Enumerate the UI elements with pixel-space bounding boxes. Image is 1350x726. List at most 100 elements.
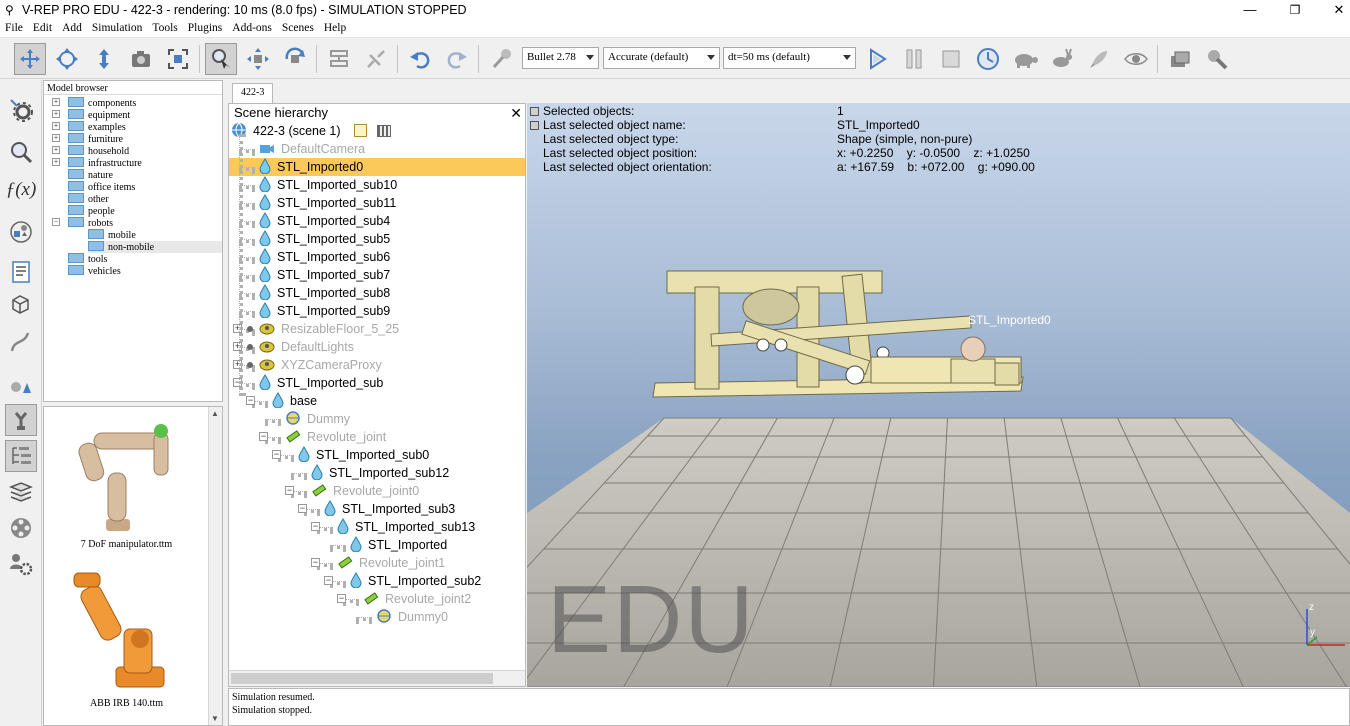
scene-object-row[interactable]: STL_Imported_sub8 [259, 284, 390, 302]
assemble-button[interactable] [323, 43, 355, 75]
speed-up-button[interactable] [1046, 43, 1078, 75]
shape-edit-button[interactable] [5, 288, 37, 320]
collapse-icon[interactable]: − [259, 432, 268, 441]
scene-object-row[interactable]: STL_Imported_sub6 [259, 248, 390, 266]
mechanism-model[interactable] [651, 263, 1031, 413]
scene-object-row[interactable]: STL_Imported_sub [259, 374, 383, 392]
collapse-icon[interactable]: − [337, 594, 346, 603]
scene-hierarchy-hscrollbar[interactable] [229, 670, 525, 686]
model-folder-item[interactable]: + household [52, 145, 222, 157]
collapse-icon[interactable]: − [298, 504, 307, 513]
camera-rotate-button[interactable] [51, 43, 83, 75]
accuracy-select[interactable]: Accurate (default) [603, 47, 720, 69]
model-folder-item[interactable]: other [68, 193, 222, 205]
thumbnail-scrollbar[interactable]: ▲ ▼ [208, 407, 222, 725]
menu-simulation[interactable]: Simulation [87, 20, 147, 34]
shape-scale-button[interactable] [5, 370, 37, 402]
video-recorder-button[interactable] [5, 512, 37, 544]
camera-angle-button[interactable] [125, 43, 157, 75]
scene-object-row[interactable]: XYZCameraProxy [259, 356, 382, 374]
scene-object-row[interactable]: STL_Imported_sub12 [311, 464, 449, 482]
model-folder-item[interactable]: people [68, 205, 222, 217]
model-visibility-icon[interactable] [247, 344, 253, 350]
scripts-button[interactable] [5, 256, 37, 288]
stop-simulation-button[interactable] [935, 43, 967, 75]
expand-icon[interactable]: + [52, 110, 60, 118]
scene-filmstrip-icon[interactable] [376, 125, 391, 137]
page-selector-button[interactable] [1164, 43, 1196, 75]
scene-object-row[interactable]: STL_Imported_sub5 [259, 230, 390, 248]
scene-object-row[interactable]: STL_Imported_sub13 [337, 518, 475, 536]
scene-object-row[interactable]: DefaultLights [259, 338, 354, 356]
visualization-toggle-button[interactable] [1120, 43, 1152, 75]
user-settings-button[interactable] [5, 548, 37, 580]
scene-object-row[interactable]: STL_Imported_sub3 [324, 500, 455, 518]
collections-button[interactable] [5, 216, 37, 248]
scene-object-row[interactable]: ResizableFloor_5_25 [259, 320, 399, 338]
object-shift-button[interactable] [242, 43, 274, 75]
scene-selector-button[interactable] [1201, 43, 1233, 75]
restore-button[interactable]: ❐ [1272, 0, 1318, 20]
model-visibility-icon[interactable] [247, 362, 253, 368]
slow-down-button[interactable] [1009, 43, 1041, 75]
scene-object-row[interactable]: Revolute_joint [285, 428, 386, 446]
path-edit-button[interactable] [5, 326, 37, 358]
expand-icon[interactable]: + [52, 122, 60, 130]
fit-to-view-button[interactable] [162, 43, 194, 75]
minimize-button[interactable]: — [1227, 0, 1273, 20]
menu-file[interactable]: File [0, 20, 28, 34]
scene-object-row[interactable]: STL_Imported_sub4 [259, 212, 390, 230]
model-folder-item[interactable]: + furniture [52, 133, 222, 145]
scene-object-row[interactable]: STL_Imported [350, 536, 447, 554]
scene-object-row[interactable]: DefaultCamera [259, 140, 365, 158]
scene-object-row[interactable]: STL_Imported_sub7 [259, 266, 390, 284]
model-folder-item[interactable]: + equipment [52, 109, 222, 121]
scene-object-row[interactable]: base [272, 392, 317, 410]
scene-object-row[interactable]: STL_Imported_sub0 [298, 446, 429, 464]
status-console[interactable]: Simulation resumed. Simulation stopped. [228, 688, 1350, 726]
redo-button[interactable] [441, 43, 473, 75]
expand-icon[interactable]: + [52, 146, 60, 154]
model-folder-item[interactable]: mobile [88, 229, 222, 241]
scene-object-row[interactable]: STL_Imported_sub10 [259, 176, 397, 194]
3d-viewport[interactable]: STL_Imported0 EDU Selected objects: Last… [527, 103, 1350, 687]
collapse-icon[interactable]: − [52, 218, 60, 226]
expand-icon[interactable]: + [52, 158, 60, 166]
model-folder-item[interactable]: − robots [52, 217, 222, 229]
timestep-select[interactable]: dt=50 ms (default) [723, 47, 856, 69]
transfer-dna-button[interactable] [360, 43, 392, 75]
scene-hierarchy-button[interactable] [5, 440, 37, 472]
scene-object-row[interactable]: Revolute_joint0 [311, 482, 419, 500]
model-folder-item[interactable]: vehicles [68, 265, 222, 277]
pause-simulation-button[interactable] [898, 43, 930, 75]
selection-button[interactable] [5, 136, 37, 168]
menu-help[interactable]: Help [319, 20, 351, 34]
collapse-icon[interactable]: − [311, 558, 320, 567]
scene-object-row[interactable]: STL_Imported_sub11 [259, 194, 396, 212]
click-select-button[interactable] [205, 43, 237, 75]
expand-icon[interactable]: + [52, 98, 60, 106]
threaded-rendering-button[interactable] [1083, 43, 1115, 75]
scene-object-row[interactable]: Dummy0 [376, 608, 448, 626]
model-folder-item[interactable]: + examples [52, 121, 222, 133]
scene-object-row[interactable]: STL_Imported0 [229, 158, 525, 176]
scene-tab[interactable]: 422-3 [232, 83, 274, 103]
info-toggle-icon[interactable] [530, 121, 539, 130]
info-toggle-icon[interactable] [530, 107, 539, 116]
menu-add[interactable]: Add [57, 20, 87, 34]
model-folder-item[interactable]: + infrastructure [52, 157, 222, 169]
model-folder-item[interactable]: non-mobile [88, 241, 222, 253]
close-icon[interactable]: ✕ [510, 105, 522, 122]
scene-object-row[interactable]: Revolute_joint2 [363, 590, 471, 608]
model-browser-button[interactable] [5, 404, 37, 436]
model-folder-item[interactable]: tools [68, 253, 222, 265]
simulation-settings-button[interactable] [5, 94, 37, 126]
physics-engine-select[interactable]: Bullet 2.78 [522, 47, 599, 69]
menu-add-ons[interactable]: Add-ons [227, 20, 277, 34]
camera-shift-button[interactable] [88, 43, 120, 75]
model-thumbnail-abb[interactable] [60, 567, 190, 697]
camera-pan-button[interactable] [14, 43, 46, 75]
model-thumbnail-7dof[interactable] [64, 411, 194, 537]
collapse-icon[interactable]: − [311, 522, 320, 531]
undo-button[interactable] [404, 43, 436, 75]
